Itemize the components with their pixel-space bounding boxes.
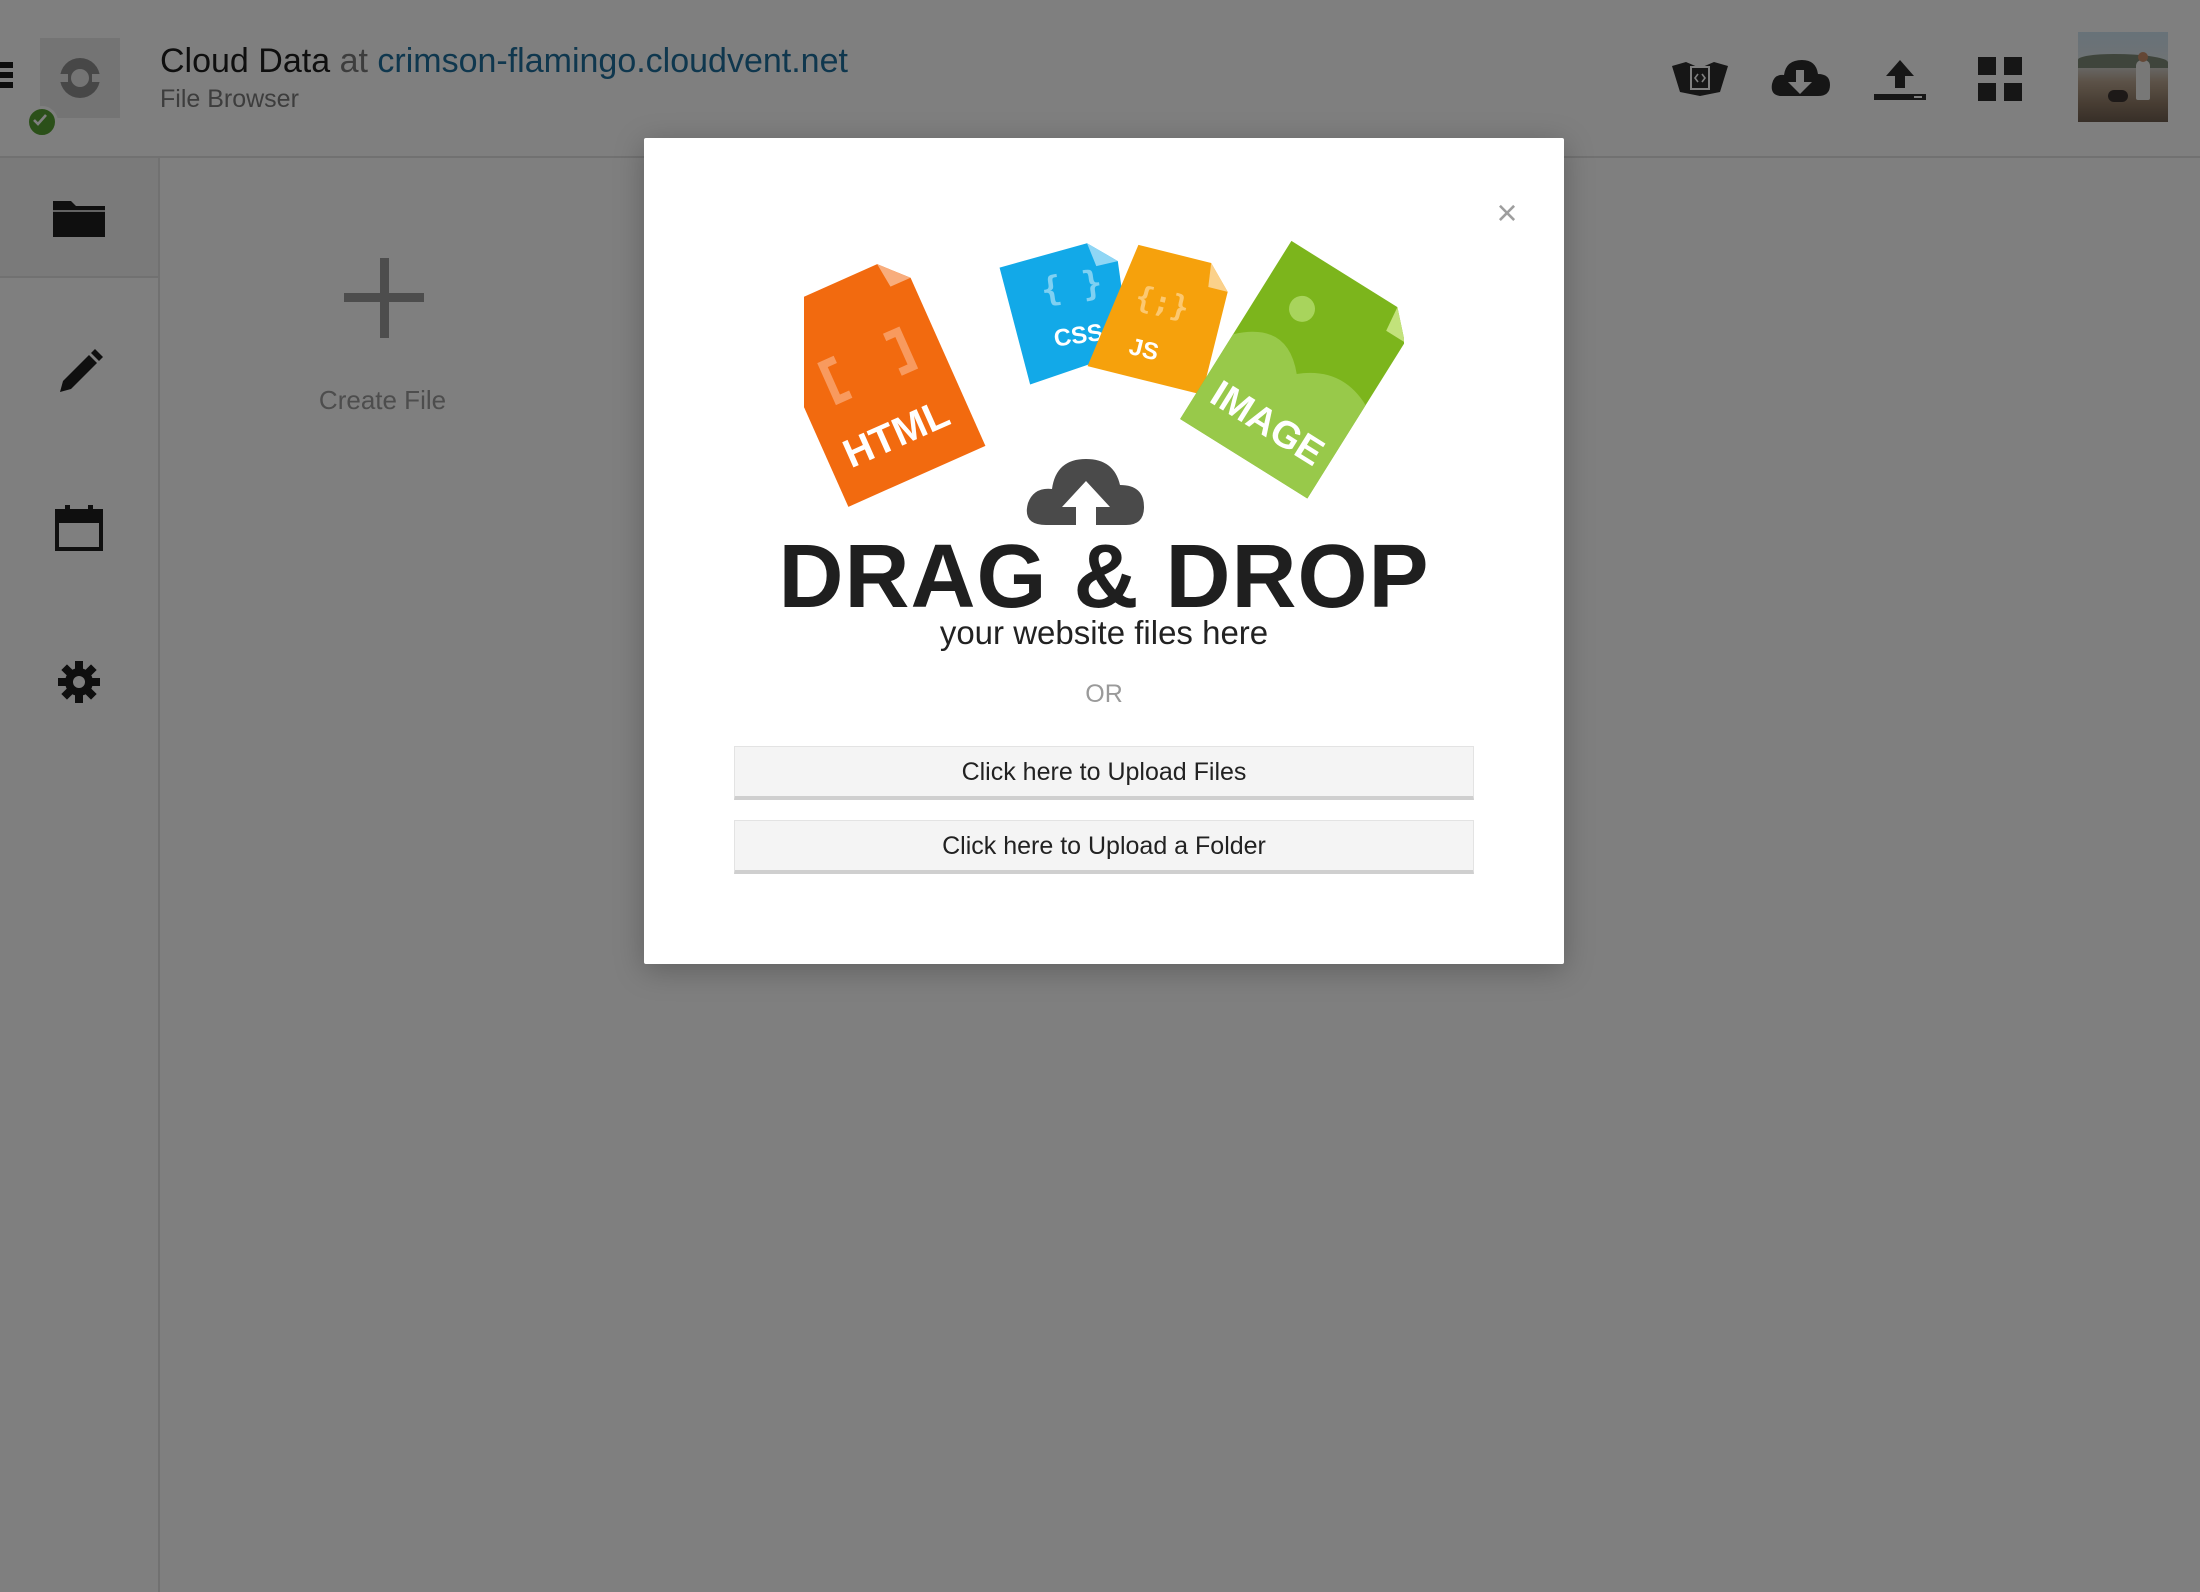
upload-folder-button[interactable]: Click here to Upload a Folder	[734, 820, 1474, 874]
or-separator: OR	[1085, 680, 1123, 708]
upload-modal: × { } CSS {;} JS HTML IMAGE DRAG & DROP …	[644, 138, 1564, 964]
close-icon[interactable]: ×	[1492, 195, 1522, 231]
drag-drop-subline: your website files here	[939, 614, 1269, 651]
svg-text:{ }: { }	[1038, 263, 1104, 311]
upload-files-button[interactable]: Click here to Upload Files	[734, 746, 1474, 800]
